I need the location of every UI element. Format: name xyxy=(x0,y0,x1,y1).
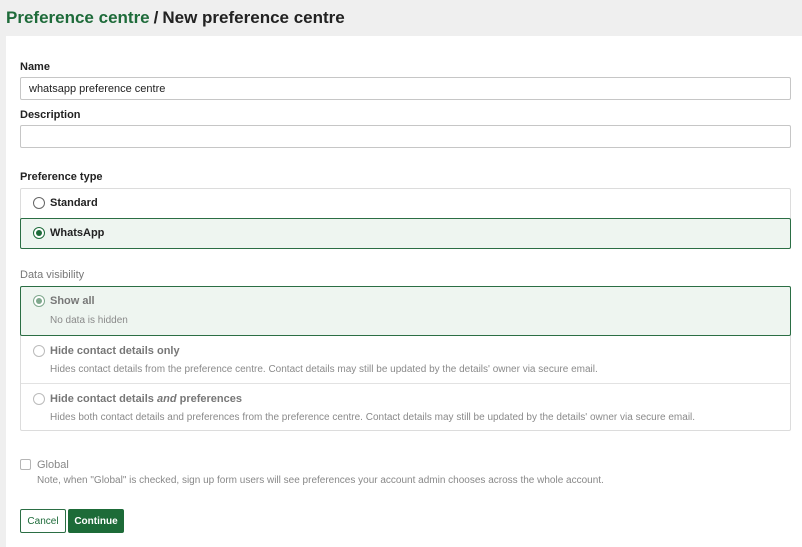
form-panel: Name Description Preference type Standar… xyxy=(6,36,802,547)
preference-type-label: Preference type xyxy=(20,171,103,183)
data-visibility-group: Show all No data is hidden Hide contact … xyxy=(20,286,791,431)
show-all-desc: No data is hidden xyxy=(50,315,128,326)
description-label: Description xyxy=(20,109,81,121)
description-input[interactable] xyxy=(20,125,791,148)
name-input[interactable] xyxy=(20,77,791,100)
preference-type-standard[interactable]: Standard xyxy=(20,188,791,218)
continue-button[interactable]: Continue xyxy=(68,509,124,533)
visibility-hide-contact: Hide contact details only Hides contact … xyxy=(20,336,791,384)
radio-hide-contact xyxy=(33,345,45,357)
visibility-hide-all: Hide contact details and preferences Hid… xyxy=(20,384,791,432)
radio-standard[interactable] xyxy=(33,197,45,209)
preference-type-whatsapp[interactable]: WhatsApp xyxy=(20,218,791,249)
radio-standard-label: Standard xyxy=(50,197,98,209)
show-all-label: Show all xyxy=(50,295,95,307)
hide-all-desc: Hides both contact details and preferenc… xyxy=(50,412,696,423)
name-label: Name xyxy=(20,61,50,73)
global-note: Note, when "Global" is checked, sign up … xyxy=(37,475,604,486)
breadcrumb: Preference centre / New preference centr… xyxy=(0,0,802,36)
radio-whatsapp-label: WhatsApp xyxy=(50,227,105,239)
data-visibility-label: Data visibility xyxy=(20,269,85,281)
cancel-button[interactable]: Cancel xyxy=(20,509,66,533)
visibility-show-all: Show all No data is hidden xyxy=(20,286,791,336)
hide-contact-desc: Hides contact details from the preferenc… xyxy=(50,364,598,375)
hide-contact-label: Hide contact details only xyxy=(50,345,180,357)
page-title: New preference centre xyxy=(162,8,345,27)
global-label: Global xyxy=(37,459,69,471)
breadcrumb-parent-link[interactable]: Preference centre xyxy=(6,8,150,28)
global-checkbox[interactable] xyxy=(20,459,31,470)
preference-type-group: Standard WhatsApp xyxy=(20,188,791,249)
hide-all-label: Hide contact details and preferences xyxy=(50,393,242,405)
radio-whatsapp[interactable] xyxy=(33,227,45,239)
radio-show-all xyxy=(33,295,45,307)
breadcrumb-separator: / xyxy=(153,8,159,27)
radio-hide-all xyxy=(33,393,45,405)
